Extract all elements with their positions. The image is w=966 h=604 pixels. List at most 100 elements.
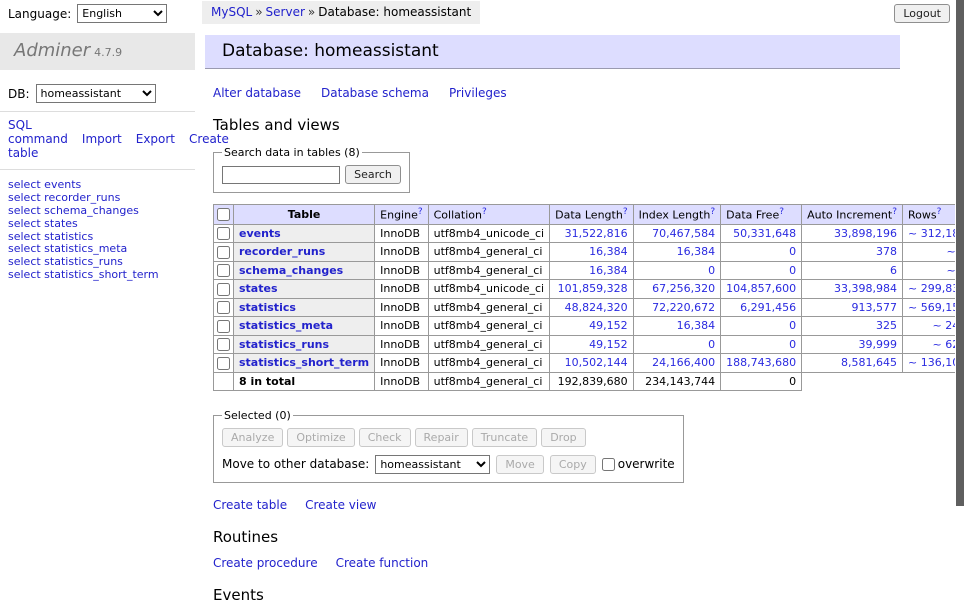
data-free-value[interactable]: 0 bbox=[789, 319, 796, 332]
create-view-link[interactable]: Create view bbox=[305, 498, 376, 512]
breadcrumb-mysql-link[interactable]: MySQL bbox=[211, 5, 252, 19]
data-free-value[interactable]: 104,857,600 bbox=[726, 282, 796, 295]
index-length-value[interactable]: 24,166,400 bbox=[652, 356, 715, 369]
privileges-link[interactable]: Privileges bbox=[449, 86, 507, 100]
db-selector-form: DB: homeassistant bbox=[0, 70, 195, 112]
db-select[interactable]: homeassistant bbox=[36, 84, 156, 103]
repair-button[interactable]: Repair bbox=[415, 428, 468, 447]
engine-cell: InnoDB bbox=[375, 298, 428, 317]
data-length-value[interactable]: 49,152 bbox=[589, 319, 628, 332]
auto-increment-value[interactable]: 33,398,984 bbox=[834, 282, 897, 295]
index-length-value[interactable]: 70,467,584 bbox=[652, 227, 715, 240]
index-length-cell: 70,467,584 bbox=[633, 224, 721, 243]
table-link-recorder-runs[interactable]: recorder_runs bbox=[239, 245, 325, 258]
data-free-value[interactable]: 188,743,680 bbox=[726, 356, 796, 369]
column-help-link[interactable]: ? bbox=[418, 207, 423, 217]
table-row-statistics: statisticsInnoDButf8mb4_general_ci48,824… bbox=[214, 298, 966, 317]
language-selector-row: Language: English bbox=[8, 4, 167, 23]
row-checkbox-statistics[interactable] bbox=[217, 301, 230, 314]
index-length-value[interactable]: 16,384 bbox=[677, 245, 716, 258]
table-link-statistics-short-term[interactable]: statistics_short_term bbox=[239, 356, 369, 369]
data-free-value[interactable]: 0 bbox=[789, 264, 796, 277]
auto-increment-value[interactable]: 8,581,645 bbox=[841, 356, 897, 369]
auto-increment-value[interactable]: 378 bbox=[876, 245, 897, 258]
row-checkbox-statistics-short-term[interactable] bbox=[217, 357, 230, 370]
row-checkbox-statistics-runs[interactable] bbox=[217, 338, 230, 351]
row-checkbox-recorder-runs[interactable] bbox=[217, 246, 230, 259]
index-length-value[interactable]: 0 bbox=[708, 338, 715, 351]
check-button[interactable]: Check bbox=[359, 428, 411, 447]
data-free-value[interactable]: 0 bbox=[789, 245, 796, 258]
data-length-value[interactable]: 31,522,816 bbox=[565, 227, 628, 240]
scrollbar-thumb[interactable] bbox=[956, 0, 964, 506]
row-checkbox-states[interactable] bbox=[217, 283, 230, 296]
data-length-cell: 10,502,144 bbox=[550, 354, 633, 373]
sidebar-select-states-link[interactable]: select states bbox=[8, 218, 187, 231]
data-length-value[interactable]: 101,859,328 bbox=[558, 282, 628, 295]
data-free-value[interactable]: 0 bbox=[789, 338, 796, 351]
data-length-value[interactable]: 16,384 bbox=[589, 264, 628, 277]
auto-increment-value[interactable]: 33,898,196 bbox=[834, 227, 897, 240]
table-link-statistics-meta[interactable]: statistics_meta bbox=[239, 319, 333, 332]
create-table-link[interactable]: Create table bbox=[213, 498, 287, 512]
column-help-link[interactable]: ? bbox=[779, 207, 784, 217]
table-link-events[interactable]: events bbox=[239, 227, 281, 240]
index-length-value[interactable]: 16,384 bbox=[677, 319, 716, 332]
collation-cell: utf8mb4_unicode_ci bbox=[428, 224, 549, 243]
column-help-link[interactable]: ? bbox=[623, 207, 628, 217]
create-procedure-link[interactable]: Create procedure bbox=[213, 556, 318, 570]
vertical-scrollbar[interactable] bbox=[955, 0, 966, 543]
copy-button[interactable]: Copy bbox=[550, 455, 596, 474]
sidebar-select-statistics-short-term-link[interactable]: select statistics_short_term bbox=[8, 269, 187, 282]
breadcrumb-server-link[interactable]: Server bbox=[266, 5, 305, 19]
index-length-value[interactable]: 0 bbox=[708, 264, 715, 277]
index-length-value[interactable]: 72,220,672 bbox=[652, 301, 715, 314]
table-link-schema-changes[interactable]: schema_changes bbox=[239, 264, 343, 277]
app-name[interactable]: Adminer bbox=[14, 40, 90, 61]
data-length-value[interactable]: 49,152 bbox=[589, 338, 628, 351]
column-header-table: Table bbox=[234, 205, 375, 225]
sidebar-action-export[interactable]: Export bbox=[136, 132, 175, 146]
auto-increment-value[interactable]: 913,577 bbox=[852, 301, 898, 314]
auto-increment-value[interactable]: 39,999 bbox=[859, 338, 898, 351]
column-help-link[interactable]: ? bbox=[892, 207, 897, 217]
column-header-data-free: Data Free? bbox=[721, 205, 802, 225]
sidebar-action-import[interactable]: Import bbox=[82, 132, 122, 146]
data-length-value[interactable]: 10,502,144 bbox=[565, 356, 628, 369]
column-help-link[interactable]: ? bbox=[937, 207, 942, 217]
index-length-value[interactable]: 67,256,320 bbox=[652, 282, 715, 295]
data-free-value[interactable]: 50,331,648 bbox=[733, 227, 796, 240]
table-link-statistics[interactable]: statistics bbox=[239, 301, 296, 314]
logout-button[interactable]: Logout bbox=[894, 4, 950, 23]
search-button[interactable]: Search bbox=[345, 165, 401, 184]
overwrite-checkbox[interactable] bbox=[602, 458, 615, 471]
row-checkbox-schema-changes[interactable] bbox=[217, 264, 230, 277]
database-schema-link[interactable]: Database schema bbox=[321, 86, 429, 100]
auto-increment-value[interactable]: 325 bbox=[876, 319, 897, 332]
analyze-button[interactable]: Analyze bbox=[222, 428, 283, 447]
data-length-value[interactable]: 48,824,320 bbox=[565, 301, 628, 314]
column-help-link[interactable]: ? bbox=[710, 207, 715, 217]
row-checkbox-statistics-meta[interactable] bbox=[217, 320, 230, 333]
move-button[interactable]: Move bbox=[496, 455, 544, 474]
move-database-select[interactable]: homeassistant bbox=[375, 455, 490, 474]
search-input[interactable] bbox=[222, 166, 340, 184]
table-link-states[interactable]: states bbox=[239, 282, 278, 295]
row-checkbox-events[interactable] bbox=[217, 227, 230, 240]
create-function-link[interactable]: Create function bbox=[336, 556, 429, 570]
drop-button[interactable]: Drop bbox=[541, 428, 585, 447]
sidebar-select-schema-changes-link[interactable]: select schema_changes bbox=[8, 205, 187, 218]
data-length-value[interactable]: 16,384 bbox=[589, 245, 628, 258]
tables-and-views-heading: Tables and views bbox=[213, 116, 900, 134]
auto-increment-value[interactable]: 6 bbox=[890, 264, 897, 277]
select-all-checkbox[interactable] bbox=[217, 208, 230, 221]
table-link-statistics-runs[interactable]: statistics_runs bbox=[239, 338, 329, 351]
data-free-value[interactable]: 6,291,456 bbox=[740, 301, 796, 314]
alter-database-link[interactable]: Alter database bbox=[213, 86, 301, 100]
language-select[interactable]: English bbox=[77, 4, 167, 23]
column-help-link[interactable]: ? bbox=[482, 207, 487, 217]
sidebar-action-sql-command[interactable]: SQL command bbox=[8, 118, 68, 146]
optimize-button[interactable]: Optimize bbox=[287, 428, 354, 447]
truncate-button[interactable]: Truncate bbox=[472, 428, 537, 447]
column-header-auto-increment: Auto Increment? bbox=[802, 205, 903, 225]
